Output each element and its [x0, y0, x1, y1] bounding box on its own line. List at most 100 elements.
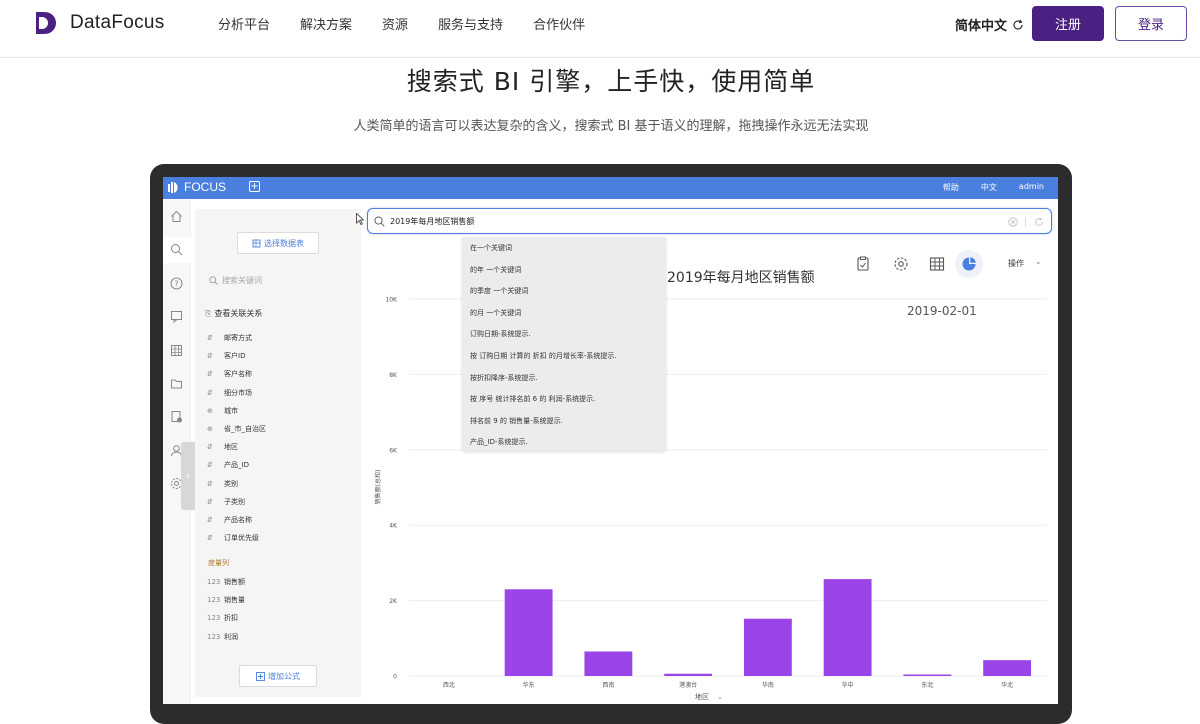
home-icon[interactable]: [170, 210, 183, 223]
field-name: 客户ID: [224, 352, 246, 361]
new-tab-icon[interactable]: +: [249, 181, 260, 192]
field-item[interactable]: ⇵ 订单优先级: [207, 533, 259, 543]
help-link[interactable]: 帮助: [943, 182, 959, 193]
x-tick-label: 港澳台: [679, 681, 697, 689]
datafocus-logo-icon: [36, 12, 56, 34]
field-type-icon: ⊕: [207, 425, 213, 433]
field-name: 类别: [224, 479, 238, 488]
field-item[interactable]: 123 利润: [207, 632, 238, 642]
suggestion-item[interactable]: 的季度 一个关键词: [470, 286, 528, 296]
language-link[interactable]: 中文: [981, 182, 997, 193]
x-axis-label: 地区: [695, 692, 709, 701]
folder-icon[interactable]: [170, 377, 183, 390]
field-item[interactable]: ⊕ 城市: [207, 406, 238, 416]
chart-title: 2019年每月地区销售额: [667, 270, 815, 286]
x-tick-label: 华南: [762, 681, 774, 689]
field-item[interactable]: ⇵ 客户名称: [207, 369, 252, 379]
field-name: 细分市场: [224, 388, 252, 397]
suggestion-item[interactable]: 按 序号 统计排名前 6 的 利润-系统提示.: [470, 394, 595, 404]
field-item[interactable]: ⇵ 产品名称: [207, 515, 252, 525]
suggestion-item[interactable]: 的年 一个关键词: [470, 265, 521, 275]
field-type-icon: ⊕: [207, 406, 213, 415]
operations-chevron-icon: ⌄: [1035, 257, 1042, 266]
nav-link-partners[interactable]: 合作伙伴: [533, 14, 585, 33]
suggestion-item[interactable]: 产品_ID-系统提示.: [470, 437, 528, 447]
view-relations-label: 查看关联关系: [214, 309, 263, 318]
field-item[interactable]: ⇵ 地区: [207, 442, 238, 452]
suggestion-item[interactable]: 按折扣降序-系统提示.: [470, 373, 538, 383]
app-header: FOCUS + 帮助 中文 admin: [163, 177, 1058, 199]
field-name: 销售量: [224, 596, 245, 605]
user-link[interactable]: admin: [1019, 182, 1044, 193]
search-icon[interactable]: [170, 243, 183, 256]
view-relations-link[interactable]: ⎘ 查看关联关系: [205, 308, 262, 319]
field-name: 订单优先级: [224, 534, 259, 543]
y-tick-label: 6K: [389, 447, 398, 454]
field-name: 子类别: [224, 497, 245, 506]
chart-settings-icon[interactable]: [893, 256, 909, 272]
y-tick-label: 4K: [389, 523, 398, 530]
field-item[interactable]: 123 销售量: [207, 595, 245, 605]
field-type-icon: 123: [207, 578, 221, 586]
clear-icon[interactable]: [1008, 217, 1018, 227]
table-view-icon[interactable]: [929, 256, 945, 272]
field-type-icon: ⇵: [207, 461, 213, 470]
field-name: 省_市_自治区: [224, 425, 266, 433]
bar: [664, 673, 713, 676]
x-axis-chevron-icon: ⌄: [717, 693, 723, 701]
help-icon[interactable]: ?: [170, 277, 183, 290]
bar: [903, 674, 952, 676]
hero-title: 搜索式 BI 引擎，上手快，使用简单: [406, 67, 816, 96]
field-panel: 选择数据表 搜索关键词 ⎘ 查看关联关系 ⇵ 邮寄方式 ⇵ 客户ID ⇵ 客户名称 ⇵ 细分市…: [195, 209, 361, 697]
field-item[interactable]: 123 折扣: [207, 613, 238, 623]
field-item[interactable]: ⇵ 邮寄方式: [207, 333, 252, 343]
field-name: 销售额: [224, 578, 245, 586]
field-item[interactable]: ⇵ 细分市场: [207, 388, 252, 398]
field-search-input[interactable]: 搜索关键词: [209, 275, 262, 286]
hero-subtitle: 人类简单的语言可以表达复杂的含义，搜索式 BI 基于语义的理解，拖拽操作永远无法…: [353, 119, 869, 134]
field-item[interactable]: ⇵ 产品_ID: [207, 460, 249, 470]
suggestion-item[interactable]: 排名前 9 的 销售量-系统提示.: [470, 416, 563, 426]
field-type-icon: 123: [207, 614, 221, 623]
query-search-icon: [374, 216, 385, 227]
field-type-icon: ⇵: [207, 370, 213, 379]
search-bar[interactable]: 2019年每月地区销售额: [367, 208, 1052, 234]
select-datasource-button[interactable]: 选择数据表: [237, 232, 319, 254]
field-type-icon: ⇵: [207, 479, 213, 488]
field-item[interactable]: 123 销售额: [207, 577, 245, 587]
x-tick-label: 华北: [1001, 681, 1013, 689]
x-tick-label: 西北: [443, 681, 455, 689]
bar: [584, 651, 633, 676]
register-button[interactable]: 注册: [1032, 6, 1104, 41]
refresh-icon: [1013, 19, 1023, 30]
nav-link-platform[interactable]: 分析平台: [218, 14, 270, 33]
brand-logo[interactable]: DataFocus: [34, 10, 165, 36]
field-name: 利润: [224, 632, 238, 641]
chevron-left-icon: ‹: [186, 470, 190, 482]
suggestion-item[interactable]: 订购日期-系统提示.: [470, 329, 531, 339]
pie-chart-icon[interactable]: [961, 256, 977, 272]
field-item[interactable]: ⊕ 省_市_自治区: [207, 424, 266, 434]
add-formula-button[interactable]: 增加公式: [239, 665, 317, 687]
field-item[interactable]: ⇵ 客户ID: [207, 351, 245, 361]
annotate-icon[interactable]: [855, 256, 871, 272]
collapse-handle[interactable]: ‹: [181, 442, 195, 510]
field-item[interactable]: ⇵ 类别: [207, 479, 238, 489]
operations-dropdown[interactable]: 操作: [1008, 258, 1024, 269]
reload-icon[interactable]: [1034, 217, 1044, 227]
field-item[interactable]: ⇵ 子类别: [207, 497, 245, 507]
nav-link-support[interactable]: 服务与支持: [438, 14, 503, 33]
table-icon[interactable]: [170, 344, 183, 357]
login-button[interactable]: 登录: [1115, 6, 1187, 41]
suggestion-item[interactable]: 的月 一个关键词: [470, 308, 521, 318]
bar: [823, 579, 872, 676]
suggestion-item[interactable]: 按 订购日期 计算的 折扣 的月增长率-系统提示.: [470, 351, 617, 361]
language-switcher[interactable]: 简体中文: [955, 15, 1024, 34]
search-query-value[interactable]: 2019年每月地区销售额: [390, 216, 474, 227]
chat-icon[interactable]: [170, 310, 183, 323]
nav-link-solutions[interactable]: 解决方案: [300, 14, 352, 33]
nav-link-resources[interactable]: 资源: [382, 14, 408, 33]
app-screen: FOCUS + 帮助 中文 admin ? ‹ 选择数据表 搜索关键词 ⎘ 查看…: [163, 177, 1058, 704]
suggestion-item[interactable]: 在一个关键词: [470, 243, 512, 253]
report-icon[interactable]: [170, 410, 183, 423]
